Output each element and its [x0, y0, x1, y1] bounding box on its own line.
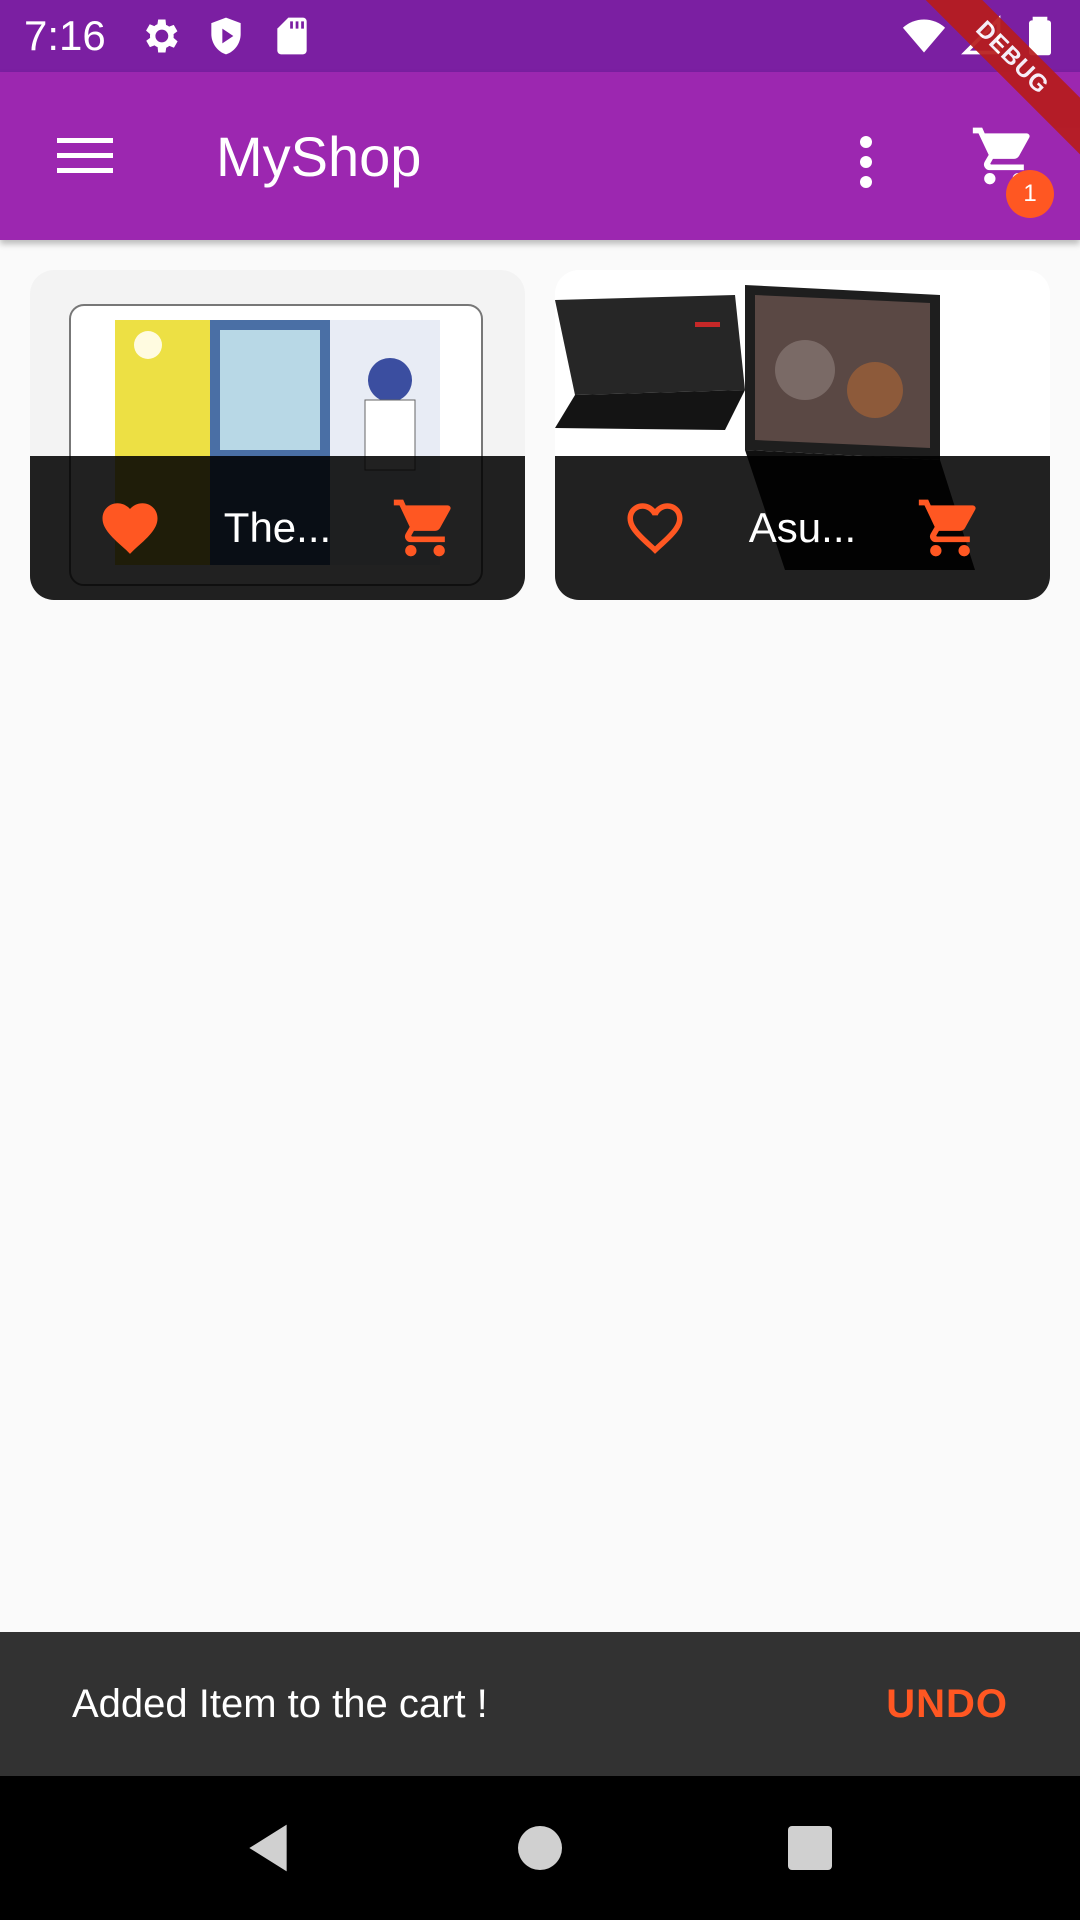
status-bar: 7:16 — [0, 0, 1080, 72]
settings-icon — [138, 14, 182, 63]
sd-card-icon — [270, 14, 314, 63]
product-title: Asu... — [748, 504, 857, 551]
navigation-bar — [0, 1776, 1080, 1920]
app-title: MyShop — [216, 125, 422, 188]
snackbar-message: Added Item to the cart ! — [72, 1681, 488, 1726]
play-protect-icon — [204, 14, 248, 63]
app-bar: MyShop 1 — [0, 72, 1080, 240]
home-circle-icon — [518, 1826, 562, 1870]
undo-button[interactable]: UNDO — [886, 1682, 1008, 1727]
heart-filled-icon — [102, 503, 158, 554]
product-card[interactable]: The... — [30, 270, 525, 600]
recents-square-icon — [788, 1826, 832, 1870]
menu-button[interactable] — [40, 118, 130, 194]
product-title: The... — [223, 504, 332, 551]
back-triangle-icon — [249, 1824, 287, 1872]
shopping-cart-icon — [918, 499, 976, 557]
more-options-button[interactable] — [838, 122, 894, 202]
favorite-button[interactable] — [615, 488, 695, 568]
product-footer: Asu... — [555, 456, 1050, 600]
cart-badge: 1 — [1006, 170, 1054, 218]
snackbar: Added Item to the cart ! UNDO — [0, 1632, 1080, 1776]
recents-button[interactable] — [768, 1806, 852, 1890]
add-to-cart-button[interactable] — [910, 488, 990, 568]
status-time: 7:16 — [24, 12, 106, 59]
status-left-icons — [138, 14, 314, 63]
hamburger-menu-icon — [57, 138, 113, 173]
home-button[interactable] — [498, 1806, 582, 1890]
more-vert-icon — [860, 136, 872, 188]
favorite-button[interactable] — [90, 488, 170, 568]
product-card[interactable]: Asu... — [555, 270, 1050, 600]
back-button[interactable] — [226, 1806, 310, 1890]
product-grid: The... Asu... — [30, 270, 1050, 600]
add-to-cart-button[interactable] — [385, 488, 465, 568]
shopping-cart-icon — [393, 499, 451, 557]
wifi-icon — [902, 14, 946, 63]
heart-outline-icon — [627, 503, 683, 554]
product-footer: The... — [30, 456, 525, 600]
